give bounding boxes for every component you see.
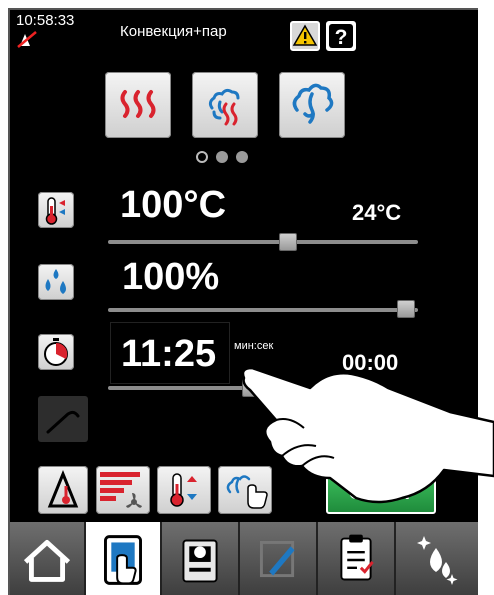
- stopwatch-icon: [44, 338, 68, 366]
- heat-waves-icon: [120, 90, 156, 118]
- cleaning-drops-icon: [417, 536, 458, 585]
- timer-slider-track[interactable]: [108, 386, 256, 390]
- timer-unit-label: мин:сек: [234, 340, 274, 352]
- combi-steam-icon: [208, 88, 240, 126]
- timer-button[interactable]: [38, 334, 74, 370]
- core-temp-button[interactable]: [38, 192, 74, 228]
- clipboard-check-icon: [340, 534, 374, 581]
- tab-edit[interactable]: [240, 522, 318, 595]
- delta-t-button[interactable]: [38, 466, 88, 514]
- humidity-slider-track[interactable]: [108, 308, 418, 312]
- tab-cleaning[interactable]: [396, 522, 478, 595]
- steam-icon: [292, 83, 334, 124]
- warning-button[interactable]: [290, 21, 320, 51]
- edit-pencil-icon: [259, 540, 295, 578]
- tab-home[interactable]: [10, 522, 86, 595]
- delta-t-icon: [47, 470, 79, 508]
- warning-icon: [292, 24, 318, 46]
- core-probe-button[interactable]: [38, 396, 88, 442]
- water-drops-icon: [45, 269, 66, 294]
- preheat-button[interactable]: [157, 466, 211, 514]
- help-icon: ?: [329, 24, 353, 49]
- clock: 10:58:33: [16, 12, 75, 29]
- humidity-slider-handle[interactable]: [396, 300, 415, 318]
- steam-mode-button[interactable]: [279, 72, 345, 138]
- temperature-actual-value: 24°C: [352, 200, 402, 225]
- no-light-icon: [16, 30, 38, 48]
- thermometer-icon: [45, 197, 65, 225]
- page-dot-2[interactable]: [216, 151, 228, 163]
- humidity-button[interactable]: [38, 264, 74, 300]
- fan-speed-icon: [100, 472, 142, 508]
- page-dot-1[interactable]: [196, 151, 208, 163]
- timer-display-box[interactable]: 11:25: [110, 322, 230, 384]
- cookbook-icon: [182, 539, 218, 583]
- temperature-slider-handle[interactable]: [278, 233, 297, 251]
- home-icon: [23, 540, 71, 582]
- core-probe-icon: [46, 410, 80, 434]
- manual-touch-icon: [104, 535, 142, 585]
- tab-haccp[interactable]: [318, 522, 396, 595]
- convection-mode-button[interactable]: [105, 72, 171, 138]
- temperature-set-value[interactable]: 100°C: [120, 184, 226, 227]
- timer-set-value: 11:25: [121, 333, 217, 375]
- preheat-thermometer-icon: [170, 473, 197, 507]
- svg-text:?: ?: [335, 26, 348, 49]
- temperature-slider-track[interactable]: [108, 240, 418, 244]
- tab-cookbook[interactable]: [162, 522, 240, 595]
- hand-pointer-icon: [238, 358, 494, 508]
- fan-speed-button[interactable]: [96, 466, 150, 514]
- help-button[interactable]: ?: [326, 21, 356, 51]
- tab-manual-mode[interactable]: [86, 522, 162, 595]
- combi-mode-button[interactable]: [192, 72, 258, 138]
- humidity-set-value[interactable]: 100%: [122, 256, 219, 299]
- mode-title: Конвекция+пар: [120, 23, 227, 40]
- page-dot-3[interactable]: [236, 151, 248, 163]
